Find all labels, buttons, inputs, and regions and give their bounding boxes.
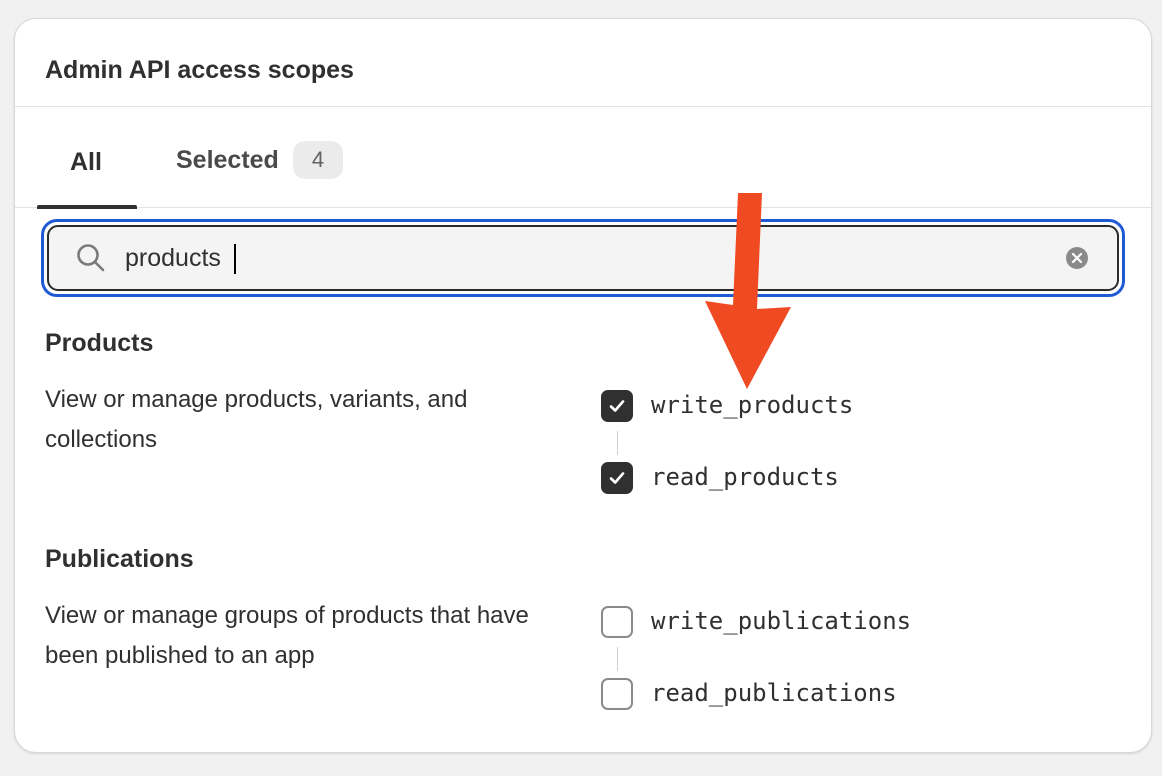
- tab-all[interactable]: All: [37, 108, 137, 209]
- selected-count-badge: 4: [293, 141, 343, 179]
- active-tab-indicator: [37, 205, 137, 209]
- clear-icon[interactable]: [1065, 246, 1089, 270]
- search-focus-ring: [41, 219, 1125, 297]
- scope-connector-line: [617, 647, 618, 671]
- scope-label: read_products: [651, 463, 839, 491]
- card-title: Admin API access scopes: [45, 56, 354, 84]
- tab-bar: All Selected 4: [15, 108, 1151, 209]
- checkmark-icon: [609, 400, 625, 412]
- scope-connector-line: [617, 431, 618, 455]
- scope-label: read_publications: [651, 679, 897, 707]
- section-title-publications: Publications: [45, 545, 194, 573]
- tab-selected[interactable]: Selected 4: [175, 108, 355, 208]
- red-arrow-icon: [705, 193, 791, 389]
- checkmark-icon: [609, 472, 625, 484]
- checkbox-unchecked[interactable]: [601, 606, 633, 638]
- tab-all-label: All: [70, 148, 102, 176]
- search-input[interactable]: [125, 235, 1025, 281]
- text-cursor: [234, 244, 236, 274]
- access-scopes-card: Admin API access scopes All Selected 4 p…: [14, 18, 1152, 753]
- section-description-products: View or manage products, variants, and c…: [45, 386, 468, 453]
- scope-label: write_products: [651, 391, 854, 419]
- scope-label: write_publications: [651, 607, 912, 635]
- section-title-products: Products: [45, 329, 154, 357]
- checkbox-unchecked[interactable]: [601, 678, 633, 710]
- tab-selected-label: Selected: [176, 146, 279, 174]
- checkbox-checked[interactable]: [601, 390, 633, 422]
- section-description-publications: View or manage groups of products that h…: [45, 602, 529, 669]
- search-icon: [77, 244, 105, 272]
- card-header: Admin API access scopes: [15, 19, 1151, 107]
- checkbox-checked[interactable]: [601, 462, 633, 494]
- search-field[interactable]: [47, 225, 1119, 291]
